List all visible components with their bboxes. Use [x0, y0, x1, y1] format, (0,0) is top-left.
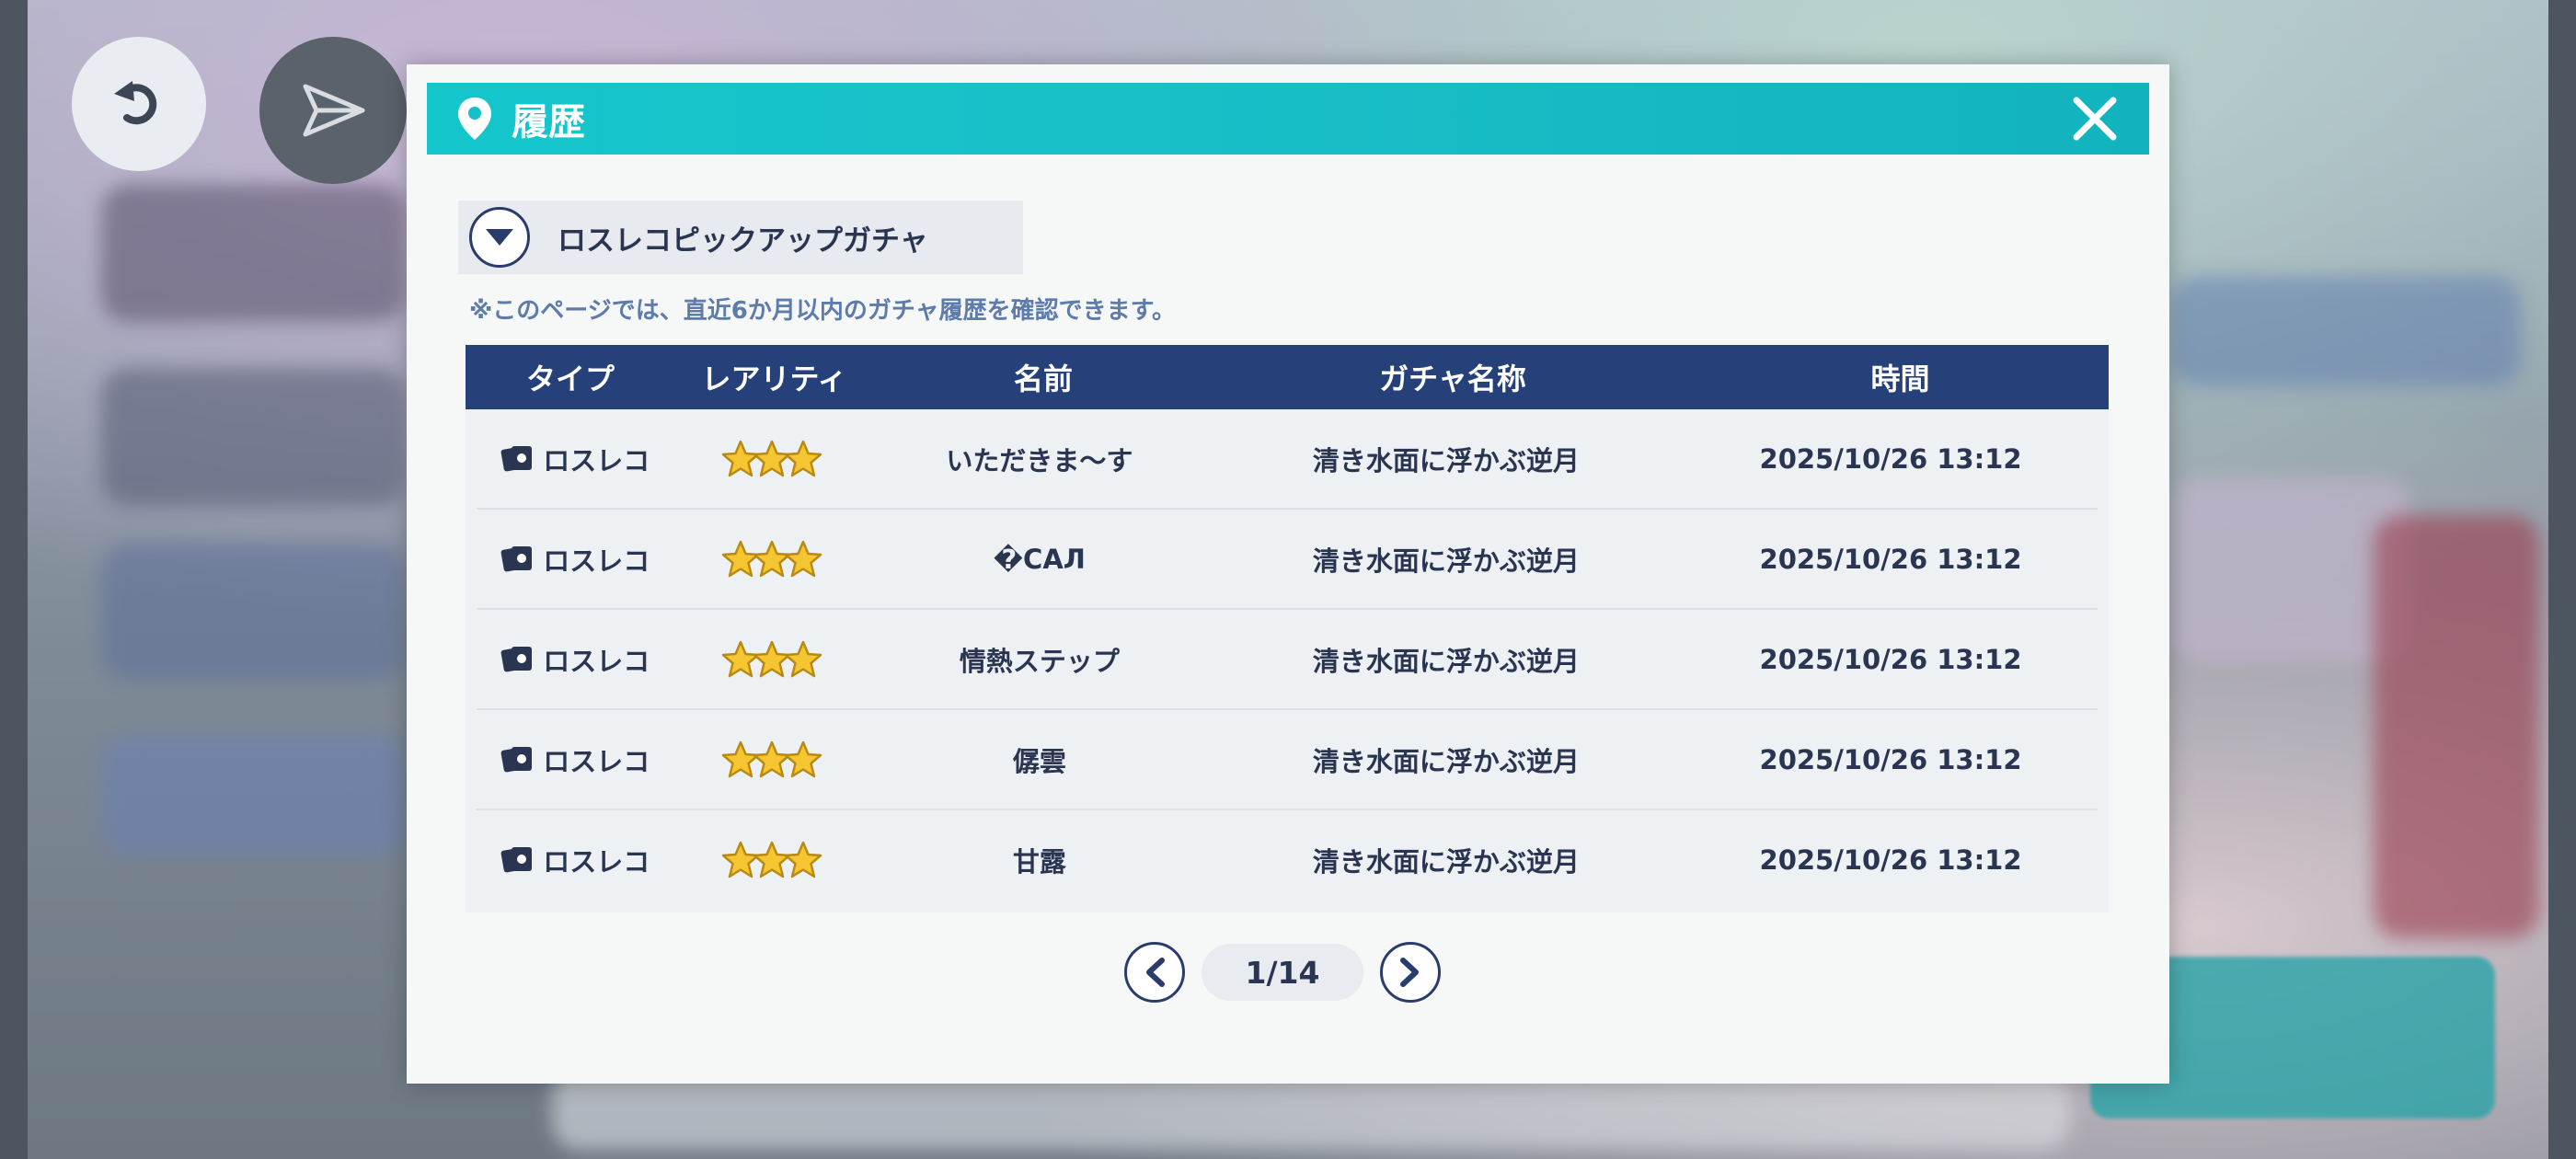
row-type-label: ロスレコ	[543, 645, 650, 677]
history-modal: 履歴 ロスレコピックアップガチャ ※このページでは、直近6か月以内のガチャ履歴を…	[407, 64, 2169, 1084]
row-time: 2025/10/26 13:12	[1759, 843, 2022, 876]
record-type-icon	[500, 846, 533, 872]
row-type-label: ロスレコ	[543, 745, 650, 777]
header-rarity: レアリティ	[701, 361, 847, 396]
table-row: ロスレコ いただきま～す 清き水面に浮かぶ逆月 2025/10/26 13:12	[477, 409, 2098, 510]
row-gacha-name: 清き水面に浮かぶ逆月	[1312, 444, 1580, 476]
row-type-label: ロスレコ	[543, 545, 650, 577]
star-icon	[785, 440, 822, 476]
dropdown-selected-label: ロスレコピックアップガチャ	[558, 224, 928, 258]
location-pin-icon	[458, 98, 491, 140]
record-type-icon	[500, 646, 533, 671]
table-row: ロスレコ 情熱ステップ 清き水面に浮かぶ逆月 2025/10/26 13:12	[477, 610, 2098, 710]
chevron-right-icon	[1400, 958, 1419, 987]
star-icon	[785, 540, 822, 577]
row-rarity	[674, 740, 871, 780]
table-row: ロスレコ 甘露 清き水面に浮かぶ逆月 2025/10/26 13:12	[477, 810, 2098, 909]
pagination: 1/14	[1124, 938, 1441, 1006]
record-type-icon	[500, 545, 533, 571]
chevron-left-icon	[1146, 958, 1165, 987]
row-name: いただきま～す	[946, 444, 1133, 476]
row-time: 2025/10/26 13:12	[1759, 442, 2022, 475]
star-icon	[785, 841, 822, 878]
row-name: 甘露	[1012, 845, 1066, 878]
row-type: ロスレコ	[477, 440, 674, 478]
row-gacha-name: 清き水面に浮かぶ逆月	[1312, 545, 1580, 577]
star-icon	[785, 640, 822, 677]
record-type-icon	[500, 445, 533, 471]
history-period-note: ※このページでは、直近6か月以内のガチャ履歴を確認できます。	[469, 297, 1176, 325]
row-rarity	[674, 840, 871, 880]
page-indicator: 1/14	[1202, 944, 1363, 1001]
row-rarity	[674, 639, 871, 680]
row-time: 2025/10/26 13:12	[1759, 643, 2022, 675]
row-time: 2025/10/26 13:12	[1759, 543, 2022, 575]
row-type: ロスレコ	[477, 540, 674, 579]
row-gacha-name: 清き水面に浮かぶ逆月	[1312, 745, 1580, 777]
table-header: タイプ レアリティ 名前 ガチャ名称 時間	[466, 345, 2109, 409]
row-time: 2025/10/26 13:12	[1759, 743, 2022, 775]
next-page-button[interactable]	[1380, 942, 1441, 1003]
dropdown-toggle[interactable]	[469, 207, 530, 268]
row-name: �САЛ	[993, 543, 1086, 575]
row-type-label: ロスレコ	[543, 444, 650, 476]
table-body: ロスレコ いただきま～す 清き水面に浮かぶ逆月 2025/10/26 13:12…	[466, 409, 2109, 912]
modal-title: 履歴	[512, 101, 585, 143]
left-edge	[0, 0, 28, 1159]
row-name: 僝雲	[1012, 745, 1066, 777]
header-time: 時間	[1870, 361, 1930, 396]
back-button[interactable]	[72, 37, 206, 171]
gacha-filter-dropdown[interactable]: ロスレコピックアップガチャ	[458, 201, 1023, 274]
close-icon	[2073, 97, 2117, 141]
row-name: 情熱ステップ	[959, 645, 1120, 677]
close-button[interactable]	[2066, 90, 2123, 147]
back-arrow-icon	[114, 81, 157, 125]
paper-plane-icon	[303, 84, 365, 137]
chevron-down-icon	[486, 229, 513, 246]
header-type: タイプ	[525, 361, 615, 396]
row-gacha-name: 清き水面に浮かぶ逆月	[1312, 645, 1580, 677]
row-type-label: ロスレコ	[543, 845, 650, 878]
row-rarity	[674, 439, 871, 479]
table-row: ロスレコ �САЛ 清き水面に浮かぶ逆月 2025/10/26 13:12	[477, 510, 2098, 610]
row-type: ロスレコ	[477, 841, 674, 879]
record-type-icon	[500, 746, 533, 772]
row-type: ロスレコ	[477, 740, 674, 779]
star-icon	[785, 740, 822, 777]
row-rarity	[674, 539, 871, 580]
header-name: 名前	[1013, 361, 1073, 396]
history-table: タイプ レアリティ 名前 ガチャ名称 時間 ロスレコ いただきま～す 清き水面に…	[466, 345, 2109, 912]
modal-header: 履歴	[427, 83, 2149, 155]
row-type: ロスレコ	[477, 640, 674, 679]
prev-page-button[interactable]	[1124, 942, 1185, 1003]
share-button[interactable]	[259, 37, 407, 184]
right-edge	[2548, 0, 2576, 1159]
header-gacha-name: ガチャ名称	[1379, 361, 1526, 396]
row-gacha-name: 清き水面に浮かぶ逆月	[1312, 845, 1580, 878]
table-row: ロスレコ 僝雲 清き水面に浮かぶ逆月 2025/10/26 13:12	[477, 710, 2098, 810]
